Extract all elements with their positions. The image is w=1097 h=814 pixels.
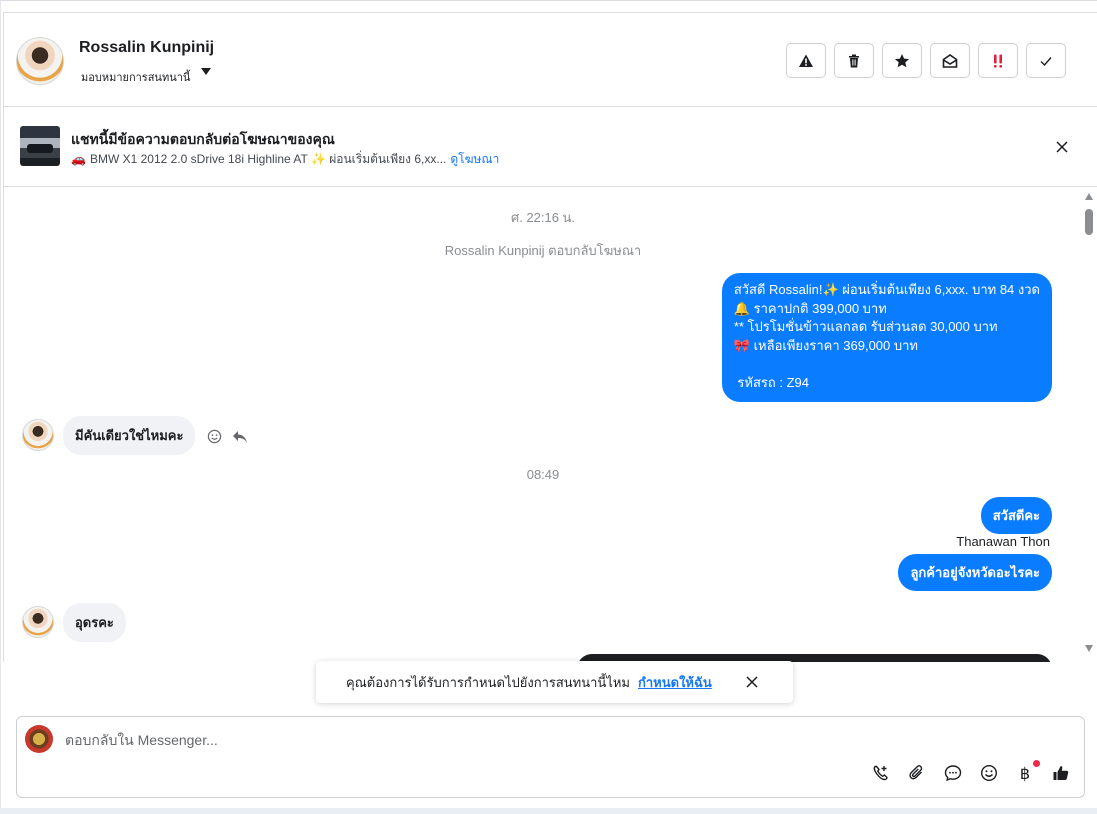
view-ad-link[interactable]: ดูโฆษณา (450, 152, 499, 166)
reply-icon[interactable] (232, 430, 248, 444)
promo-line: ** โปรโมชั่นข้าวแลกลด รับส่วนลด 30,000 บ… (733, 319, 998, 334)
assign-dropdown-caret-icon[interactable] (201, 68, 211, 75)
smiley-icon (980, 764, 998, 782)
message-thread[interactable]: ศ. 22:16 น. Rossalin Kunpinij ตอบกลับโฆษ… (3, 187, 1081, 662)
payment-button[interactable]: ฿ (1016, 760, 1040, 783)
ad-description: BMW X1 2012 2.0 sDrive 18i Highline AT ✨… (89, 152, 447, 166)
assignment-prompt-text: คุณต้องการได้รับการกำหนดไปยังการสนทนานี้… (346, 674, 630, 690)
page-avatar (25, 725, 53, 753)
contact-avatar-small[interactable] (22, 419, 54, 451)
thumbs-up-icon (1053, 766, 1069, 780)
reply-input[interactable] (65, 732, 965, 748)
outgoing-message[interactable]: สวัสดีคะ (980, 497, 1052, 534)
notification-dot (1033, 760, 1040, 767)
scroll-down-icon[interactable] (1085, 645, 1093, 652)
promo-line: 🔔 ราคาปกติ 399,000 บาท (733, 300, 887, 316)
ad-thumbnail[interactable] (20, 126, 60, 166)
timestamp: ศ. 22:16 น. (510, 210, 576, 225)
close-icon[interactable] (744, 674, 760, 690)
car-icon: 🚗 (71, 152, 86, 166)
warning-icon (799, 54, 813, 67)
attach-button[interactable] (908, 764, 926, 782)
follow-up-button[interactable] (978, 43, 1018, 78)
sender-name: Thanawan Thon (956, 534, 1050, 549)
close-icon[interactable] (1054, 139, 1070, 155)
conversation-header: Rossalin Kunpinij มอบหมายการสนทนานี้ (3, 12, 1097, 107)
assignment-prompt: คุณต้องการได้รับการกำหนดไปยังการสนทนานี้… (316, 661, 793, 703)
open-envelope-icon (942, 53, 958, 68)
promo-line: 🎀 เหลือเพียงราคา 369,000 บาท (733, 337, 918, 353)
thread-scrollbar[interactable] (1081, 187, 1097, 662)
paperclip-icon (909, 765, 923, 780)
react-emoji-icon[interactable] (207, 429, 222, 444)
composer-tools: ฿ (872, 760, 1070, 783)
phone-plus-icon (873, 765, 888, 781)
saved-replies-button[interactable] (944, 764, 962, 782)
check-icon (1040, 56, 1052, 66)
contact-avatar-small[interactable] (22, 606, 54, 638)
header-actions (786, 43, 1066, 78)
delete-button[interactable] (834, 43, 874, 78)
timestamp: 08:49 (526, 467, 560, 482)
ad-banner-title: แชทนี้มีข้อความตอบกลับต่อโฆษณาของคุณ (71, 131, 335, 147)
promo-line: รหัสรถ : Z94 (733, 374, 810, 390)
assign-to-me-link[interactable]: กำหนดให้ฉัน (638, 672, 712, 693)
contact-name[interactable]: Rossalin Kunpinij (79, 39, 214, 57)
bottom-strip (0, 808, 1097, 814)
star-button[interactable] (882, 43, 922, 78)
baht-icon: ฿ (1019, 763, 1031, 783)
ad-banner-subtitle: 🚗 BMW X1 2012 2.0 sDrive 18i Highline AT … (71, 150, 499, 169)
outgoing-promo-message[interactable]: สวัสดี Rossalin!✨ ผ่อนเริ่มต้นเพียง 6,xx… (721, 273, 1052, 402)
chat-bubble-icon (944, 765, 962, 782)
emoji-button[interactable] (980, 764, 998, 782)
ad-reply-banner: แชทนี้มีข้อความตอบกลับต่อโฆษณาของคุณ 🚗 BM… (3, 107, 1097, 187)
ad-reply-note: Rossalin Kunpinij ตอบกลับโฆษณา (444, 243, 642, 258)
double-exclamation-icon (994, 54, 1002, 68)
scrollbar-thumb[interactable] (1085, 209, 1093, 235)
promo-line (734, 355, 1040, 374)
report-button[interactable] (786, 43, 826, 78)
star-icon (895, 53, 909, 67)
trash-icon (849, 54, 859, 67)
reply-composer: ฿ (16, 716, 1085, 798)
contact-avatar[interactable] (16, 37, 64, 85)
assign-conversation-label[interactable]: มอบหมายการสนทนานี้ (81, 68, 190, 86)
scroll-up-icon[interactable] (1085, 193, 1093, 200)
mark-unread-button[interactable] (930, 43, 970, 78)
message-tools (207, 429, 248, 444)
outgoing-message[interactable]: ลูกค้าอยู่จังหวัดอะไรคะ (898, 554, 1052, 591)
mark-done-button[interactable] (1026, 43, 1066, 78)
incoming-message[interactable]: มีคันเดียวใช่ไหมคะ (63, 416, 196, 455)
promo-line: สวัสดี Rossalin!✨ ผ่อนเริ่มต้นเพียง 6,xx… (733, 282, 1040, 297)
like-button[interactable] (1052, 764, 1070, 782)
incoming-message[interactable]: อุดรคะ (63, 603, 126, 642)
call-button[interactable] (872, 764, 890, 782)
